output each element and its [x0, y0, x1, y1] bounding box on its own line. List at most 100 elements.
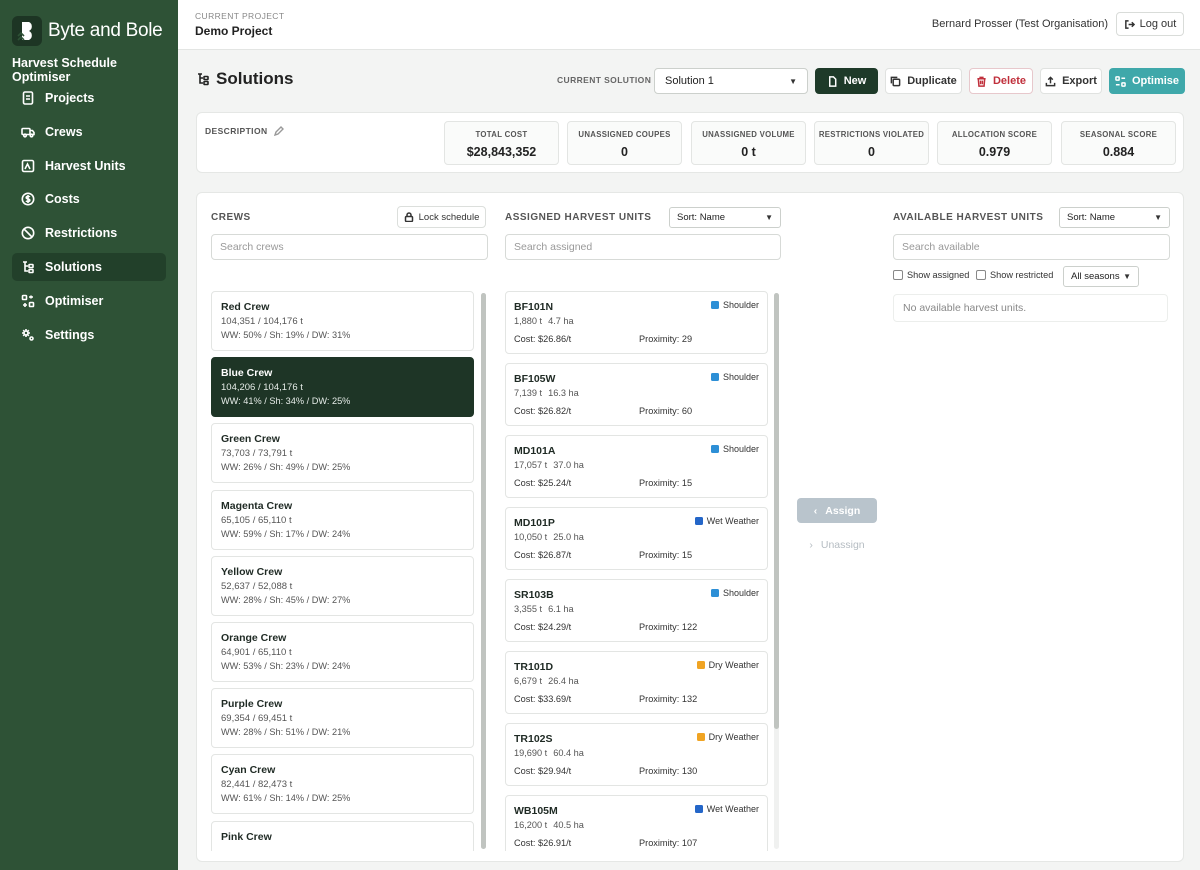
checkbox[interactable] — [976, 270, 986, 280]
stat-allocation-score: ALLOCATION SCORE 0.979 — [937, 121, 1052, 165]
current-solution-label: CURRENT SOLUTION — [557, 75, 652, 85]
search-assigned-input[interactable]: Search assigned — [505, 234, 781, 260]
crew-list-scrollbar[interactable] — [481, 293, 486, 849]
brand[interactable]: Byte and Bole — [0, 0, 178, 48]
search-available-input[interactable]: Search available — [893, 234, 1170, 260]
optimise-button[interactable]: Optimise — [1109, 68, 1185, 94]
season-icon — [694, 517, 703, 525]
season-icon — [694, 805, 703, 813]
assigned-list-scrollbar[interactable] — [774, 293, 779, 849]
harvest-unit-card[interactable]: MD101A 17,057 t 37.0 ha Cost: $25.24/t Proxi… — [505, 435, 768, 498]
unassign-button[interactable]: › Unassign — [797, 534, 877, 556]
show-assigned-label: Show assigned — [907, 270, 970, 280]
show-assigned-toggle[interactable]: Show assigned — [893, 270, 969, 280]
logout-button[interactable]: Log out — [1116, 12, 1184, 36]
crew-name: Pink Crew — [221, 830, 272, 843]
sidebar-item-restrictions[interactable]: Restrictions — [12, 219, 166, 247]
brand-logo-icon — [12, 16, 42, 46]
pencil-icon[interactable] — [273, 126, 284, 136]
description-label-text: DESCRIPTION — [205, 126, 268, 136]
crew-volume: 52,637 / 52,088 t — [221, 580, 293, 592]
export-button-label: Export — [1062, 75, 1097, 87]
unit-cost: Cost: $26.87/t — [514, 550, 572, 560]
solution-select[interactable]: Solution 1 ▼ — [654, 68, 808, 94]
available-sort-select[interactable]: Sort: Name ▼ — [1059, 207, 1170, 228]
unit-cost: Cost: $24.29/t — [514, 622, 572, 632]
sidebar-item-projects[interactable]: Projects — [12, 84, 166, 112]
truck-icon — [21, 125, 35, 139]
optimise-icon — [1115, 75, 1126, 87]
crew-volume: 65,105 / 65,110 t — [221, 514, 292, 526]
crew-volume: 64,901 / 65,110 t — [221, 646, 292, 658]
season-icon — [696, 733, 705, 741]
sidebar-item-settings[interactable]: Settings — [12, 321, 166, 349]
sidebar-item-crews[interactable]: Crews — [12, 118, 166, 146]
stat-unassigned-volume: UNASSIGNED VOLUME 0 t — [691, 121, 806, 165]
scroll-thumb[interactable] — [481, 293, 486, 849]
brand-name: Byte and Bole — [48, 20, 163, 41]
stat-label: UNASSIGNED VOLUME — [702, 130, 795, 139]
assigned-sort-select[interactable]: Sort: Name ▼ — [669, 207, 781, 228]
unit-area: 6.1 ha — [548, 604, 574, 614]
delete-button-label: Delete — [992, 75, 1027, 87]
crew-card[interactable]: Cyan Crew 82,441 / 82,473 t WW: 61% / Sh… — [211, 754, 474, 815]
harvest-unit-card[interactable]: SR103B 3,355 t 6.1 ha Cost: $24.29/t Proximi… — [505, 579, 768, 642]
sidebar-item-solutions[interactable]: Solutions — [12, 252, 166, 281]
logout-label: Log out — [1139, 18, 1177, 30]
available-empty-state: No available harvest units. — [893, 294, 1168, 322]
user-name: Bernard Prosser (Test Organisation) — [931, 18, 1108, 30]
unit-tonnes: 6,679 t — [514, 676, 543, 686]
scroll-thumb[interactable] — [774, 293, 779, 729]
crew-name: Cyan Crew — [221, 764, 276, 777]
season-filter-select[interactable]: All seasons ▼ — [1063, 266, 1139, 287]
unit-area: 25.0 ha — [553, 532, 584, 542]
summary-card: DESCRIPTION TOTAL COST $28,843,352 UNASS… — [196, 112, 1184, 173]
harvest-unit-card[interactable]: MD101P 10,050 t 25.0 ha Cost: $26.87/t Proxi… — [505, 507, 768, 570]
unit-proximity: Proximity: 107 — [639, 838, 698, 848]
crew-card[interactable]: Pink Crew — [211, 820, 474, 851]
unit-cost: Cost: $25.24/t — [514, 478, 572, 488]
crew-card[interactable]: Purple Crew 69,354 / 69,451 t WW: 28% / … — [211, 688, 474, 749]
sidebar-item-label: Solutions — [45, 259, 102, 274]
unit-proximity: Proximity: 60 — [639, 406, 693, 416]
harvest-unit-card[interactable]: WB105M 16,200 t 40.5 ha Cost: $26.91/t Proxi… — [505, 795, 768, 851]
harvest-unit-card[interactable]: TR101D 6,679 t 26.4 ha Cost: $33.69/t Proxim… — [505, 651, 768, 714]
harvest-unit-card[interactable]: BF101N 1,880 t 4.7 ha Cost: $26.86/t Proximi… — [505, 291, 768, 354]
optimise-button-label: Optimise — [1131, 75, 1180, 87]
season-icon — [710, 301, 719, 309]
crew-card-selected[interactable]: Blue Crew 104,206 / 104,176 t WW: 41% / … — [211, 357, 474, 418]
crew-season-mix: WW: 50% / Sh: 19% / DW: 31% — [221, 330, 351, 340]
unit-area: 60.4 ha — [553, 748, 584, 758]
unit-tonnes: 7,139 t — [514, 388, 543, 398]
show-restricted-toggle[interactable]: Show restricted — [976, 270, 1053, 280]
checkbox[interactable] — [893, 270, 903, 280]
crew-card[interactable]: Green Crew 73,703 / 73,791 t WW: 26% / S… — [211, 423, 474, 484]
stat-value: $28,843,352 — [466, 145, 537, 159]
harvest-unit-card[interactable]: BF105W 7,139 t 16.3 ha Cost: $26.82/t Proxim… — [505, 363, 768, 426]
lock-schedule-button[interactable]: Lock schedule — [397, 206, 486, 228]
delete-button[interactable]: Delete — [969, 68, 1033, 94]
unit-meta: 19,690 t 60.4 ha — [514, 748, 759, 758]
assign-button[interactable]: ‹ Assign — [797, 498, 877, 523]
duplicate-button[interactable]: Duplicate — [885, 68, 962, 94]
search-crews-input[interactable]: Search crews — [211, 234, 488, 260]
topbar: CURRENT PROJECT Demo Project Bernard Pro… — [178, 0, 1200, 50]
new-button[interactable]: New — [815, 68, 878, 94]
crew-card[interactable]: Orange Crew 64,901 / 65,110 t WW: 53% / … — [211, 621, 474, 682]
crew-card[interactable]: Yellow Crew 52,637 / 52,088 t WW: 28% / … — [211, 555, 474, 616]
sidebar-item-costs[interactable]: Costs — [12, 185, 166, 213]
export-button[interactable]: Export — [1040, 68, 1102, 94]
unit-meta: 1,880 t 4.7 ha — [514, 316, 759, 326]
harvest-unit-card[interactable]: TR102S 19,690 t 60.4 ha Cost: $29.94/t Proxi… — [505, 723, 768, 786]
sidebar-item-label: Projects — [45, 91, 95, 105]
description-label: DESCRIPTION — [205, 126, 284, 136]
season-badge: Shoulder — [710, 588, 759, 598]
stat-value: 0.884 — [1102, 145, 1135, 159]
sidebar-item-optimiser[interactable]: Optimiser — [12, 287, 166, 315]
crew-card[interactable]: Magenta Crew 65,105 / 65,110 t WW: 59% /… — [211, 489, 474, 550]
crew-card[interactable]: Red Crew 104,351 / 104,176 t WW: 50% / S… — [211, 291, 474, 351]
crew-volume: 104,351 / 104,176 t — [221, 316, 303, 327]
sidebar-item-harvest-units[interactable]: Harvest Units — [12, 152, 166, 180]
sidebar-item-label: Crews — [45, 124, 83, 139]
unit-area: 26.4 ha — [548, 676, 579, 686]
